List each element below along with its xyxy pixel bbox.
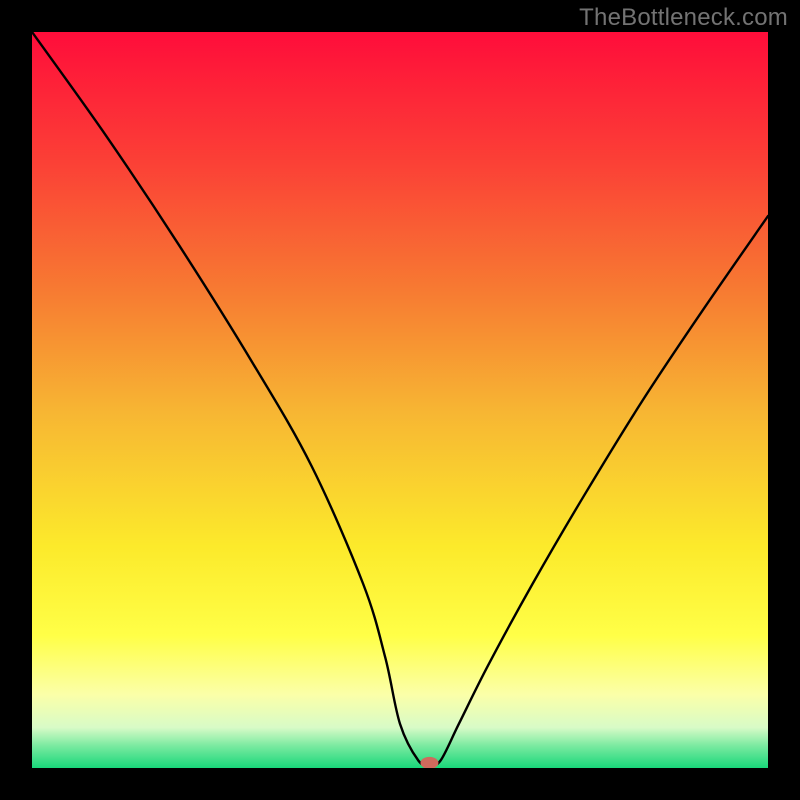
gradient-background <box>32 32 768 768</box>
chart-svg <box>32 32 768 768</box>
watermark-text: TheBottleneck.com <box>579 4 788 32</box>
plot-area <box>32 32 768 768</box>
chart-frame: TheBottleneck.com <box>0 0 800 800</box>
